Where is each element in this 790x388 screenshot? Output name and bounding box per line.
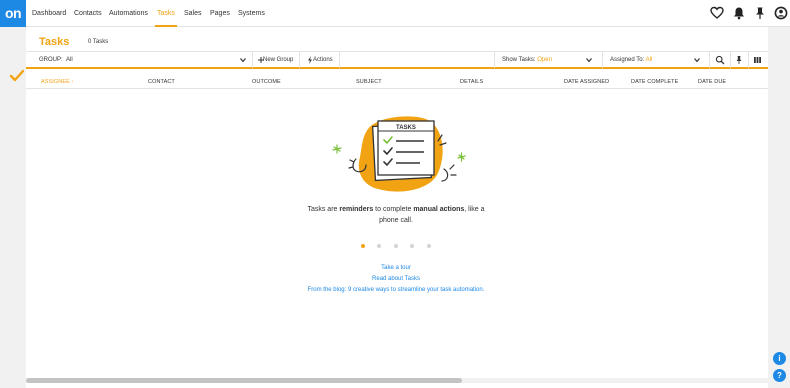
carousel-dot[interactable] [377,244,381,248]
columns-icon[interactable] [753,55,763,65]
tasks-panel: Tasks 0 Tasks GROUP: All New Group Actio… [26,27,768,388]
group-label: GROUP: [39,57,63,63]
carousel-dots [361,244,441,250]
show-tasks-label: Show Tasks: [502,57,536,63]
assigned-to-filter[interactable]: Assigned To: All [610,52,652,68]
carousel-dot[interactable] [361,244,365,248]
nav-item-pages[interactable]: Pages [210,0,230,27]
column-header-details[interactable]: DETAILS [460,79,483,85]
show-tasks-filter[interactable]: Show Tasks: Open [502,52,552,68]
scrollbar-thumb[interactable] [26,378,462,383]
table-header: ASSIGNEE ↑ CONTACT OUTCOME SUBJECT DETAI… [26,77,768,89]
assigned-to-label: Assigned To: [610,57,645,63]
heart-icon[interactable] [710,6,724,20]
chevron-down-icon[interactable] [238,55,248,65]
task-count: 0 Tasks [88,39,109,45]
column-header-date-assigned[interactable]: DATE ASSIGNED [564,79,609,85]
divider [730,52,731,68]
sort-arrow-icon: ↑ [71,79,75,85]
pin-icon[interactable] [753,6,767,20]
pin-icon[interactable] [734,55,744,65]
divider [709,52,710,68]
group-select[interactable]: All [66,52,73,68]
empty-state-message: Tasks are reminders to complete manual a… [307,206,485,224]
user-account-icon[interactable] [774,6,788,20]
check-icon[interactable] [9,68,25,84]
nav-item-sales[interactable]: Sales [184,0,202,27]
column-header-assignee[interactable]: ASSIGNEE ↑ [41,79,74,85]
column-header-date-due[interactable]: DATE DUE [698,79,726,85]
carousel-dot[interactable] [394,244,398,248]
divider [339,52,340,68]
column-header-contact[interactable]: CONTACT [148,79,175,85]
divider [748,52,749,68]
blog-link[interactable]: From the blog: 9 creative ways to stream… [286,287,506,293]
info-button[interactable]: i [773,352,786,365]
column-header-subject[interactable]: SUBJECT [356,79,382,85]
nav-item-dashboard[interactable]: Dashboard [32,0,66,27]
illustration-label: TASKS [396,125,416,131]
nav-item-systems[interactable]: Systems [238,0,265,27]
search-icon[interactable] [715,55,725,65]
horizontal-scrollbar[interactable] [26,378,768,383]
divider [252,52,253,68]
help-button[interactable]: ? [773,369,786,382]
divider [494,52,495,68]
show-tasks-value: Open [537,57,552,63]
carousel-dot[interactable] [427,244,431,248]
assigned-to-value: All [645,57,653,63]
app-logo[interactable]: on [0,0,26,27]
nav-item-contacts[interactable]: Contacts [74,0,102,27]
bell-icon[interactable] [732,6,746,20]
chevron-down-icon[interactable] [584,55,594,65]
page-title: Tasks [39,36,70,48]
divider [299,52,300,68]
filter-bar: GROUP: All New Group Actions Show Tasks:… [26,51,768,69]
carousel-dot[interactable] [410,244,414,248]
take-a-tour-link[interactable]: Take a tour [356,265,436,271]
nav-item-automations[interactable]: Automations [109,0,148,27]
column-header-date-complete[interactable]: DATE COMPLETE [631,79,678,85]
nav-item-tasks[interactable]: Tasks [155,0,177,27]
read-about-tasks-link[interactable]: Read about Tasks [346,276,446,282]
new-group-button[interactable]: New Group [263,52,293,68]
divider [602,52,603,68]
tasks-empty-illustration: TASKS [332,116,466,192]
left-rail [0,27,26,388]
top-navigation: on Dashboard Contacts Automations Tasks … [0,0,790,27]
actions-button[interactable]: Actions [313,52,333,68]
column-header-outcome[interactable]: OUTCOME [252,79,281,85]
chevron-down-icon[interactable] [692,55,702,65]
